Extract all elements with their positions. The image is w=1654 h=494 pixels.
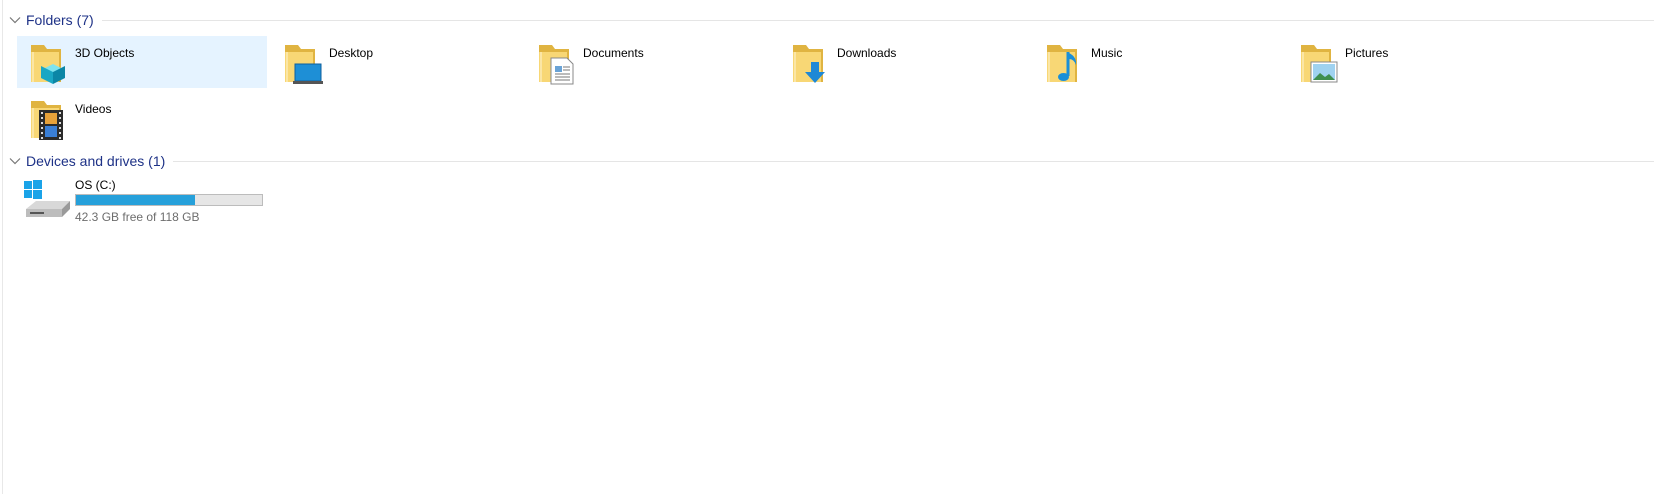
videos-folder-icon [31,101,63,140]
documents-folder-icon [539,45,574,85]
folder-label: Pictures [1345,46,1389,60]
group-title-devices: Devices and drives (1) [26,153,166,169]
folder-label: Videos [75,102,112,116]
group-title-folders: Folders (7) [26,12,94,28]
folder-label: 3D Objects [75,46,135,60]
group-header-folders[interactable]: Folders (7) [8,9,1654,31]
pictures-folder-icon [1301,45,1338,83]
drive-name: OS (C:) [75,178,116,192]
folder-music[interactable]: Music [1033,36,1283,88]
chevron-down-icon[interactable] [8,154,22,168]
folder-desktop[interactable]: Desktop [271,36,521,88]
drive-usage-bar [75,194,263,206]
drive-free-space: 42.3 GB free of 118 GB [75,210,200,224]
group-divider [173,160,1654,162]
drive-usage-fill [76,195,196,205]
folder-label: Music [1091,46,1123,60]
pane-left-border [2,0,3,494]
music-folder-icon [1047,45,1077,82]
folder-downloads[interactable]: Downloads [779,36,1029,88]
folder-documents[interactable]: Documents [525,36,775,88]
windows-drive-icon [24,180,70,217]
group-divider [101,19,1654,21]
folder-label: Desktop [329,46,374,60]
drive-os-c[interactable]: OS (C:) 42.3 GB free of 118 GB [18,177,268,225]
desktop-folder-icon [285,45,323,84]
folder-3d-objects[interactable]: 3D Objects [17,36,267,88]
downloads-folder-icon [793,45,825,83]
3d-objects-folder-icon [31,45,65,84]
folder-videos[interactable]: Videos [17,92,267,144]
folder-label: Documents [583,46,644,60]
folder-pictures[interactable]: Pictures [1287,36,1537,88]
group-header-devices[interactable]: Devices and drives (1) [8,150,1654,172]
chevron-down-icon[interactable] [8,13,22,27]
folder-label: Downloads [837,46,897,60]
